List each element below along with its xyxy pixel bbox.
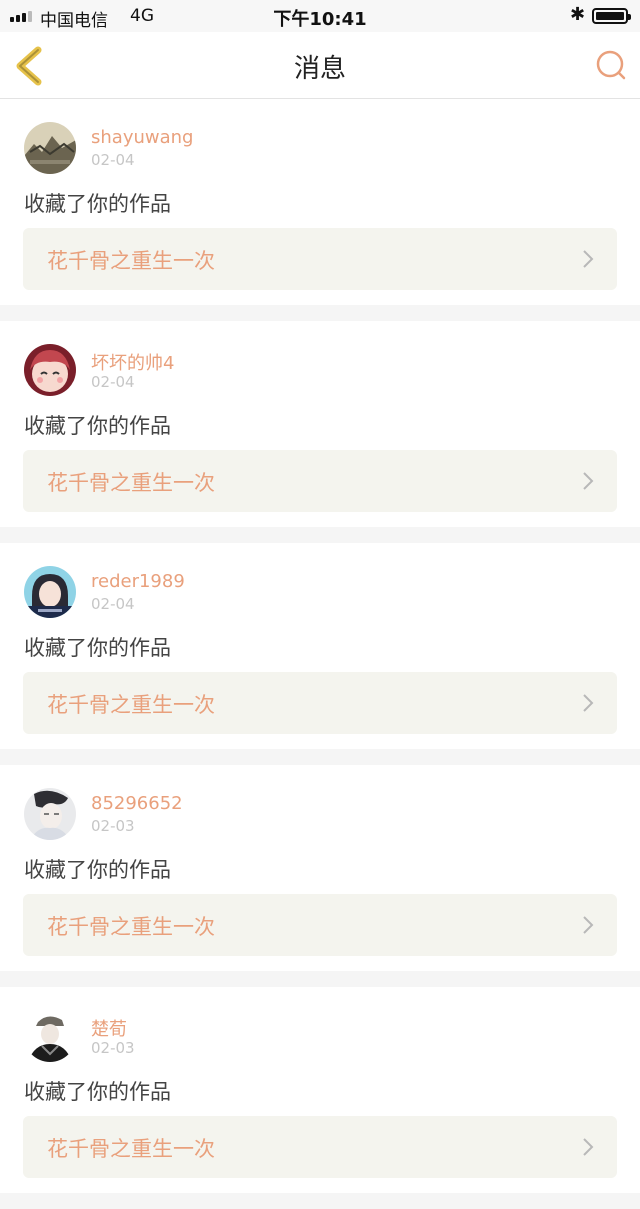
chevron-right-icon [583, 472, 594, 490]
avatar[interactable] [24, 122, 76, 174]
username[interactable]: shayuwang [91, 127, 193, 148]
chevron-right-icon [583, 250, 594, 268]
work-link[interactable]: 花千骨之重生一次 [23, 672, 617, 734]
message-card: 坏坏的帅4 02-04 收藏了你的作品 花千骨之重生一次 [0, 321, 640, 527]
avatar[interactable] [24, 566, 76, 618]
message-card: reder1989 02-04 收藏了你的作品 花千骨之重生一次 [0, 543, 640, 749]
search-icon [596, 50, 626, 80]
page-title: 消息 [293, 54, 346, 84]
battery-icon [592, 8, 631, 24]
message-card: 85296652 02-03 收藏了你的作品 花千骨之重生一次 [0, 765, 640, 971]
username[interactable]: reder1989 [91, 571, 185, 592]
chevron-right-icon [583, 916, 594, 934]
work-title: 花千骨之重生一次 [47, 915, 215, 939]
username[interactable]: 85296652 [91, 793, 183, 814]
action-text: 收藏了你的作品 [24, 192, 171, 216]
chevron-left-icon [16, 46, 42, 86]
message-date: 02-03 [91, 817, 135, 835]
status-time: 下午10:41 [273, 9, 367, 30]
action-text: 收藏了你的作品 [24, 636, 171, 660]
action-text: 收藏了你的作品 [24, 414, 171, 438]
username[interactable]: 坏坏的帅4 [91, 349, 174, 375]
search-button[interactable] [592, 46, 630, 84]
message-date: 02-04 [91, 595, 135, 613]
work-link[interactable]: 花千骨之重生一次 [23, 894, 617, 956]
work-title: 花千骨之重生一次 [47, 249, 215, 273]
back-button[interactable] [12, 44, 52, 88]
username[interactable]: 楚荀 [91, 1015, 127, 1041]
chevron-right-icon [583, 694, 594, 712]
avatar[interactable] [24, 788, 76, 840]
action-text: 收藏了你的作品 [24, 858, 171, 882]
navigation-bar: 消息 [0, 32, 640, 99]
chevron-right-icon [583, 1138, 594, 1156]
message-card: 楚荀 02-03 收藏了你的作品 花千骨之重生一次 [0, 987, 640, 1193]
avatar[interactable] [24, 1010, 76, 1062]
work-title: 花千骨之重生一次 [47, 693, 215, 717]
status-bar: 中国电信 4G 下午10:41 ✱ [0, 0, 640, 32]
work-link[interactable]: 花千骨之重生一次 [23, 228, 617, 290]
bluetooth-icon: ✱ [570, 4, 586, 25]
message-date: 02-03 [91, 1039, 135, 1057]
message-card: shayuwang 02-04 收藏了你的作品 花千骨之重生一次 [0, 99, 640, 305]
message-date: 02-04 [91, 373, 135, 391]
work-link[interactable]: 花千骨之重生一次 [23, 1116, 617, 1178]
avatar[interactable] [24, 344, 76, 396]
action-text: 收藏了你的作品 [24, 1080, 171, 1104]
work-link[interactable]: 花千骨之重生一次 [23, 450, 617, 512]
work-title: 花千骨之重生一次 [47, 471, 215, 495]
message-list: shayuwang 02-04 收藏了你的作品 花千骨之重生一次 坏坏的帅4 0… [0, 99, 640, 1209]
message-date: 02-04 [91, 151, 135, 169]
